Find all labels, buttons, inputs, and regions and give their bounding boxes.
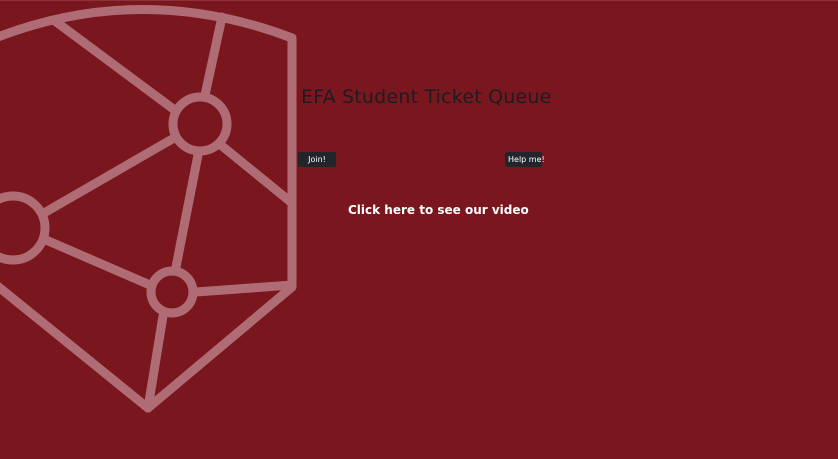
shield-network-icon — [0, 5, 297, 413]
help-me-button[interactable]: Help me! — [505, 152, 545, 167]
join-button[interactable]: Join! — [298, 152, 336, 167]
video-link[interactable]: Click here to see our video — [348, 203, 529, 217]
page-title: EFA Student Ticket Queue — [301, 86, 552, 108]
